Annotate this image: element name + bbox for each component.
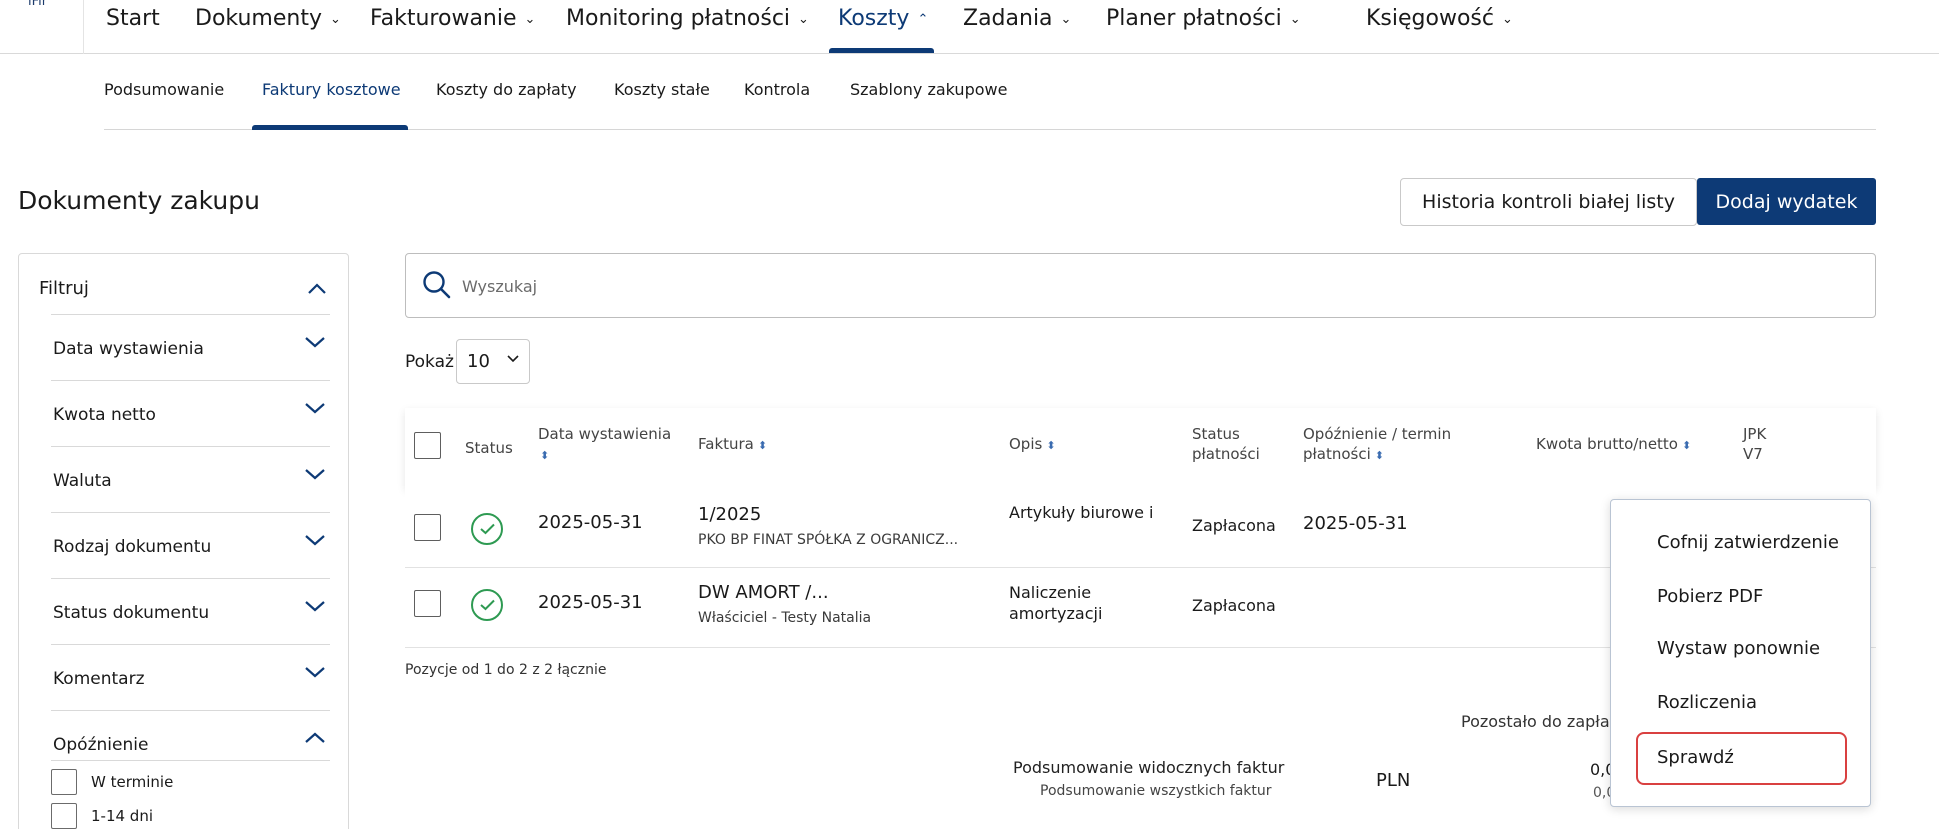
search-icon bbox=[422, 270, 452, 304]
filter-section-waluta[interactable]: Waluta bbox=[51, 446, 330, 512]
menu-item-undo-approval[interactable]: Cofnij zatwierdzenie bbox=[1657, 532, 1839, 553]
invoice-number[interactable]: DW AMORT /... bbox=[698, 582, 829, 603]
column-header-amount[interactable]: Kwota brutto/netto ⬍ bbox=[1536, 434, 1691, 456]
page-size-label: Pokaż bbox=[405, 352, 454, 372]
chevron-up-icon: ⌃ bbox=[917, 11, 929, 27]
chevron-down-icon bbox=[304, 533, 325, 547]
row-actions-menu: Cofnij zatwierdzenie Pobierz PDF Wystaw … bbox=[1610, 499, 1871, 807]
chevron-down-icon bbox=[304, 599, 325, 613]
sort-icon: ⬍ bbox=[540, 449, 550, 462]
issue-date: 2025-05-31 bbox=[538, 512, 643, 533]
sort-icon: ⬍ bbox=[757, 439, 768, 452]
chevron-down-icon bbox=[304, 401, 325, 415]
payment-status: Zapłacona bbox=[1192, 516, 1276, 535]
subnav-item-szablony-zakupowe[interactable]: Szablony zakupowe bbox=[850, 80, 1007, 99]
filter-panel: Filtruj Data wystawienia Kwota netto Wal… bbox=[18, 253, 349, 829]
top-navigation: iFir Start Dokumenty ⌄ Fakturowanie ⌄ Moni… bbox=[0, 0, 1939, 54]
filter-section-rodzaj-dokumentu[interactable]: Rodzaj dokumentu bbox=[51, 512, 330, 578]
invoice-description: Artykuły biurowe i bbox=[1009, 503, 1154, 522]
visible-invoices-summary-label: Podsumowanie widocznych faktur bbox=[1013, 758, 1285, 777]
active-tab-indicator bbox=[829, 48, 934, 53]
column-header-issue-date[interactable]: Data wystawienia ⬍ bbox=[538, 424, 671, 466]
nav-item-ksiegowosc[interactable]: Księgowość ⌄ bbox=[1366, 6, 1513, 31]
approved-check-icon bbox=[471, 513, 503, 545]
page-title: Dokumenty zakupu bbox=[18, 186, 260, 215]
filter-section-kwota-netto[interactable]: Kwota netto bbox=[51, 380, 330, 446]
nav-item-zadania[interactable]: Zadania ⌄ bbox=[963, 6, 1071, 31]
checkbox[interactable] bbox=[51, 803, 77, 829]
subnav-item-koszty-stale[interactable]: Koszty stałe bbox=[614, 80, 710, 99]
page-size-select[interactable]: 10 bbox=[456, 339, 530, 384]
chevron-down-icon: ⌄ bbox=[524, 11, 536, 27]
chevron-down-icon bbox=[304, 665, 325, 679]
row-checkbox[interactable] bbox=[414, 590, 441, 617]
checkbox[interactable] bbox=[51, 769, 77, 795]
sub-navigation: Podsumowanie Faktury kosztowe Koszty do … bbox=[104, 56, 1876, 130]
chevron-down-icon bbox=[304, 467, 325, 481]
approved-check-icon bbox=[471, 589, 503, 621]
chevron-down-icon: ⌄ bbox=[1289, 11, 1301, 27]
contractor-name: PKO BP FINAT SPÓŁKA Z OGRANICZ... bbox=[698, 532, 959, 548]
menu-item-download-pdf[interactable]: Pobierz PDF bbox=[1657, 586, 1763, 607]
nav-item-start[interactable]: Start bbox=[106, 6, 160, 31]
divider bbox=[51, 760, 330, 761]
add-expense-button[interactable]: Dodaj wydatek bbox=[1697, 178, 1876, 225]
sort-icon: ⬍ bbox=[1374, 449, 1384, 462]
column-header-payment-status: Status płatności bbox=[1192, 425, 1260, 463]
subnav-item-podsumowanie[interactable]: Podsumowanie bbox=[104, 80, 224, 99]
nav-item-planer-platnosci[interactable]: Planer płatności ⌄ bbox=[1106, 6, 1301, 31]
whitelist-history-button[interactable]: Historia kontroli białej listy bbox=[1400, 178, 1697, 226]
nav-item-koszty[interactable]: Koszty ⌃ bbox=[838, 6, 928, 31]
search-box bbox=[405, 253, 1876, 318]
nav-item-dokumenty[interactable]: Dokumenty ⌄ bbox=[195, 6, 341, 31]
chevron-up-icon bbox=[304, 731, 325, 745]
select-all-checkbox[interactable] bbox=[414, 432, 441, 459]
menu-item-check[interactable]: Sprawdź bbox=[1657, 747, 1734, 768]
subnav-item-faktury-kosztowe[interactable]: Faktury kosztowe bbox=[262, 80, 401, 99]
summary-currency: PLN bbox=[1376, 770, 1411, 791]
active-subtab-indicator bbox=[252, 125, 408, 130]
chevron-down-icon: ⌄ bbox=[329, 11, 341, 27]
all-invoices-summary-label: Podsumowanie wszystkich faktur bbox=[1040, 783, 1272, 799]
contractor-name: Właściciel - Testy Natalia bbox=[698, 610, 872, 626]
menu-item-settlements[interactable]: Rozliczenia bbox=[1657, 692, 1757, 713]
column-header-delay[interactable]: Opóźnienie / termin płatności ⬍ bbox=[1303, 424, 1451, 466]
filter-section-status-dokumentu[interactable]: Status dokumentu bbox=[51, 578, 330, 644]
column-header-jpk: JPK V7 bbox=[1743, 425, 1767, 463]
column-header-status: Status bbox=[465, 439, 513, 457]
sort-icon: ⬍ bbox=[1682, 439, 1692, 452]
chevron-down-icon bbox=[304, 335, 325, 349]
chevron-down-icon: ⌄ bbox=[798, 11, 809, 27]
table-header: Status Data wystawienia ⬍ Faktura ⬍ Opis ⬍ … bbox=[405, 408, 1876, 488]
search-input[interactable] bbox=[462, 270, 1842, 302]
row-checkbox[interactable] bbox=[414, 514, 441, 541]
subnav-item-kontrola[interactable]: Kontrola bbox=[744, 80, 810, 99]
filter-section-opoznienie[interactable]: Opóźnienie bbox=[51, 710, 330, 776]
pagination-info: Pozycje od 1 do 2 z 2 łącznie bbox=[405, 662, 607, 678]
sort-icon: ⬍ bbox=[1046, 439, 1056, 452]
filter-section-komentarz[interactable]: Komentarz bbox=[51, 644, 330, 710]
filter-title: Filtruj bbox=[39, 278, 89, 299]
chevron-down-icon: ⌄ bbox=[1060, 11, 1072, 27]
nav-item-fakturowanie[interactable]: Fakturowanie ⌄ bbox=[370, 6, 535, 31]
issue-date: 2025-05-31 bbox=[538, 592, 643, 613]
column-header-invoice[interactable]: Faktura ⬍ bbox=[698, 434, 767, 456]
logo-text: iFir bbox=[28, 0, 48, 9]
chevron-down-icon bbox=[507, 352, 519, 366]
remaining-to-pay-label: Pozostało do zapłat bbox=[1461, 712, 1616, 731]
subnav-item-koszty-do-zaplaty[interactable]: Koszty do zapłaty bbox=[436, 80, 577, 99]
payment-status: Zapłacona bbox=[1192, 596, 1276, 615]
logo[interactable]: iFir bbox=[0, 0, 84, 54]
menu-item-reissue[interactable]: Wystaw ponownie bbox=[1657, 638, 1820, 659]
due-date: 2025-05-31 bbox=[1303, 513, 1408, 534]
filter-section-data-wystawienia[interactable]: Data wystawienia bbox=[51, 314, 330, 380]
nav-item-monitoring-platnosci[interactable]: Monitoring płatności ⌄ bbox=[566, 6, 809, 31]
invoice-description: Naliczenie amortyzacji bbox=[1009, 583, 1103, 623]
column-header-description[interactable]: Opis ⬍ bbox=[1009, 434, 1056, 456]
chevron-down-icon: ⌄ bbox=[1501, 11, 1513, 27]
chevron-up-icon[interactable] bbox=[307, 276, 327, 300]
invoice-number[interactable]: 1/2025 bbox=[698, 504, 761, 525]
